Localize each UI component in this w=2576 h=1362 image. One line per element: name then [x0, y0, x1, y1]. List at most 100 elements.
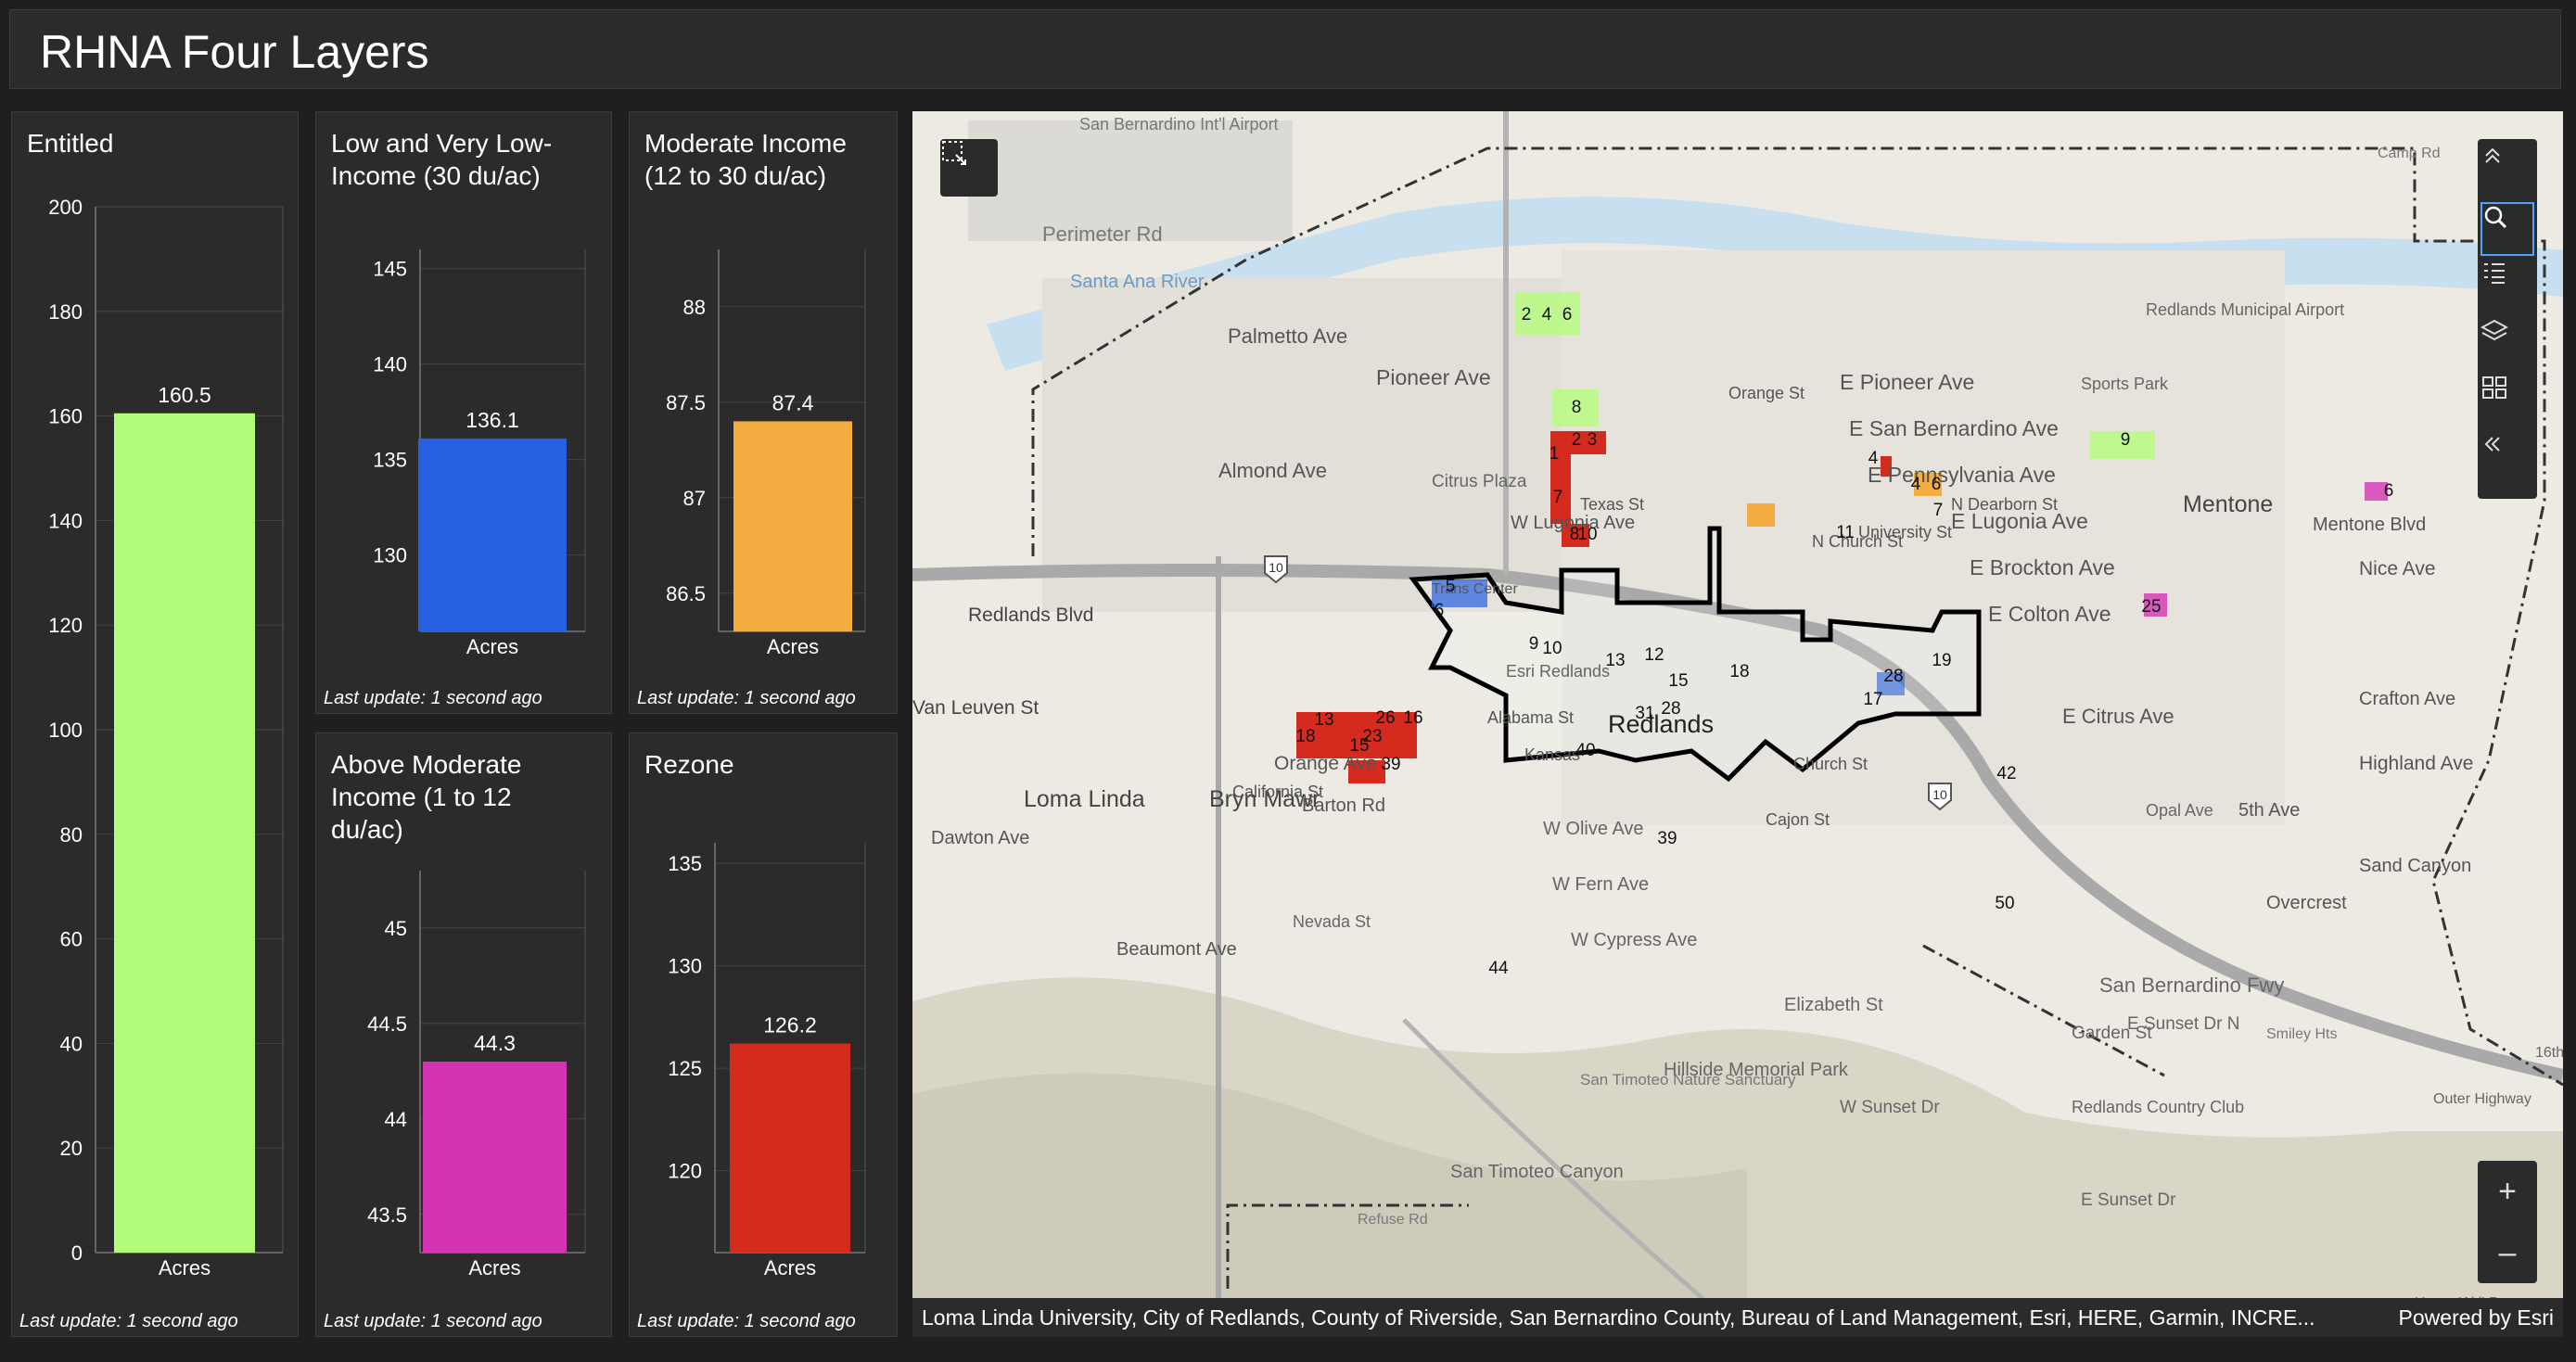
- parcel-number-label: 17: [1863, 690, 1882, 709]
- y-tick-label: 145: [373, 258, 407, 281]
- parcel-number-label: 2: [1572, 430, 1582, 450]
- y-tick-label: 40: [60, 1032, 83, 1055]
- powered-by-esri[interactable]: Powered by Esri: [2399, 1298, 2554, 1337]
- map-label: W Sunset Dr: [1840, 1098, 1940, 1117]
- legend-icon[interactable]: [2480, 260, 2534, 313]
- parcel-number-label: 7: [1553, 488, 1563, 507]
- parcel-number-label: 6: [1932, 475, 1942, 494]
- map-label: Esri Redlands: [1506, 662, 1610, 681]
- map-label: Loma Linda: [1024, 786, 1145, 812]
- parcel-number-label: 44: [1488, 959, 1509, 978]
- map-label: E San Bernardino Ave: [1849, 416, 2059, 440]
- parcel-number-label: 11: [1836, 523, 1855, 542]
- y-tick-label: 44: [385, 1108, 407, 1131]
- parcel-number-label: 9: [1529, 634, 1539, 654]
- map-label: San Bernardino Int'l Airport: [1079, 115, 1279, 134]
- map-label: W Cypress Ave: [1571, 930, 1697, 950]
- map-attribution: Loma Linda University, City of Redlands,…: [912, 1298, 2563, 1337]
- parcel-number-label: 3: [1588, 430, 1598, 450]
- parcel-number-label: 8: [1572, 398, 1582, 417]
- map-label: Nevada St: [1293, 912, 1371, 931]
- zoom-in-button[interactable]: +: [2480, 1165, 2534, 1218]
- parcel-number-label: 6: [1562, 305, 1573, 325]
- map-label: E Colton Ave: [1988, 602, 2111, 626]
- low-income-chart: 130 135 140 145 136.1 Acres: [373, 249, 586, 658]
- map-label: San Timoteo Nature Sanctuary: [1580, 1071, 1796, 1088]
- map-label: Alabama St: [1487, 708, 1574, 727]
- bar-value-label: 44.3: [474, 1031, 516, 1055]
- map-label: Mentone: [2183, 491, 2273, 517]
- y-tick-label: 180: [48, 300, 83, 324]
- parcel-number-label: 50: [1995, 894, 2014, 913]
- map-label: Sports Park: [2081, 375, 2169, 393]
- map-label: W Fern Ave: [1552, 874, 1649, 895]
- collapse-icon[interactable]: [2480, 143, 2534, 197]
- bar-value-label: 136.1: [465, 408, 519, 432]
- entitled-panel: Entitled 0 20 40 60 80 100 120 140 160 180 200 160.…: [11, 111, 299, 1337]
- y-tick-label: 120: [48, 614, 83, 637]
- y-tick-label: 120: [668, 1160, 702, 1183]
- y-tick-label: 130: [668, 955, 702, 978]
- map-label: University St: [1858, 523, 1952, 541]
- last-update: Last update: 1 second ago: [637, 688, 856, 708]
- map-label: N Dearborn St: [1951, 495, 2058, 514]
- y-tick-label: 140: [373, 353, 407, 376]
- zoom-out-button[interactable]: –: [2480, 1226, 2534, 1279]
- parcel-number-label: 28: [1661, 699, 1680, 719]
- map-label: E Pennsylvania Ave: [1868, 463, 2056, 487]
- select-tool-button[interactable]: [940, 139, 998, 197]
- map-label: Dawton Ave: [931, 828, 1029, 848]
- parcel-number-label: 10: [1577, 525, 1597, 544]
- layers-icon[interactable]: [2480, 317, 2534, 371]
- parcel-number-label: 31: [1635, 704, 1654, 723]
- x-category-label: Acres: [767, 635, 819, 658]
- map-view[interactable]: 10 10 San Bernardino Int'l Airport Perime…: [912, 111, 2563, 1337]
- x-category-label: Acres: [468, 1256, 520, 1279]
- y-tick-label: 200: [48, 196, 83, 219]
- map-label: Outer Highway: [2433, 1091, 2531, 1107]
- parcel-number-label: 13: [1605, 651, 1625, 670]
- map-label: Redlands Blvd: [968, 605, 1093, 626]
- y-tick-label: 86.5: [666, 582, 706, 605]
- y-tick-label: 44.5: [367, 1012, 407, 1036]
- basemap-gallery-icon[interactable]: [2480, 375, 2534, 428]
- parcel-number-label: 28: [1883, 667, 1903, 686]
- parcel-number-label: 15: [1668, 671, 1688, 691]
- y-tick-label: 88: [683, 296, 706, 319]
- y-tick-label: 135: [668, 852, 702, 875]
- map-label: Crafton Ave: [2359, 689, 2455, 709]
- parcel-moderate[interactable]: [1747, 503, 1775, 527]
- parcel-number-label: 6: [1435, 601, 1445, 620]
- last-update: Last update: 1 second ago: [324, 1311, 542, 1331]
- entitled-chart: 0 20 40 60 80 100 120 140 160 180 200 160.5 Acres: [48, 196, 284, 1279]
- last-update: Last update: 1 second ago: [324, 688, 542, 708]
- x-category-label: Acres: [764, 1256, 816, 1279]
- y-tick-label: 100: [48, 719, 83, 742]
- last-update: Last update: 1 second ago: [19, 1311, 238, 1331]
- map-label: Highland Ave: [2359, 753, 2473, 774]
- parcel-number-label: 18: [1729, 662, 1749, 681]
- parcel-number-label: 26: [1375, 708, 1395, 728]
- y-tick-label: 80: [60, 823, 83, 846]
- map-label: Camp Rd: [2378, 146, 2441, 161]
- map-label: Perimeter Rd: [1042, 223, 1163, 246]
- map-label: Refuse Rd: [1358, 1212, 1428, 1228]
- parcel-number-label: 39: [1657, 829, 1677, 848]
- y-tick-label: 160: [48, 405, 83, 428]
- map-label: Opal Ave: [2146, 801, 2213, 820]
- parcel-number-label: 4: [1868, 449, 1879, 468]
- route-shield-label: 10: [1932, 787, 1947, 802]
- map-label: E Pioneer Ave: [1840, 370, 1974, 394]
- parcel-number-label: 23: [1362, 727, 1382, 746]
- search-icon[interactable]: [2480, 202, 2534, 256]
- parcel-number-label: 7: [1933, 501, 1944, 520]
- select-marquee-icon: [942, 141, 966, 165]
- map-canvas[interactable]: 10 10 San Bernardino Int'l Airport Perime…: [912, 111, 2563, 1337]
- map-label: W Olive Ave: [1543, 819, 1644, 839]
- y-tick-label: 125: [668, 1057, 702, 1080]
- parcel-number-label: 18: [1295, 727, 1315, 746]
- expand-icon[interactable]: [2480, 432, 2534, 486]
- map-label: Redlands Municipal Airport: [2146, 300, 2344, 319]
- low-income-panel: Low and Very Low- Income (30 du/ac) 130 1…: [315, 111, 612, 714]
- map-label: San Bernardino Fwy: [2099, 974, 2284, 997]
